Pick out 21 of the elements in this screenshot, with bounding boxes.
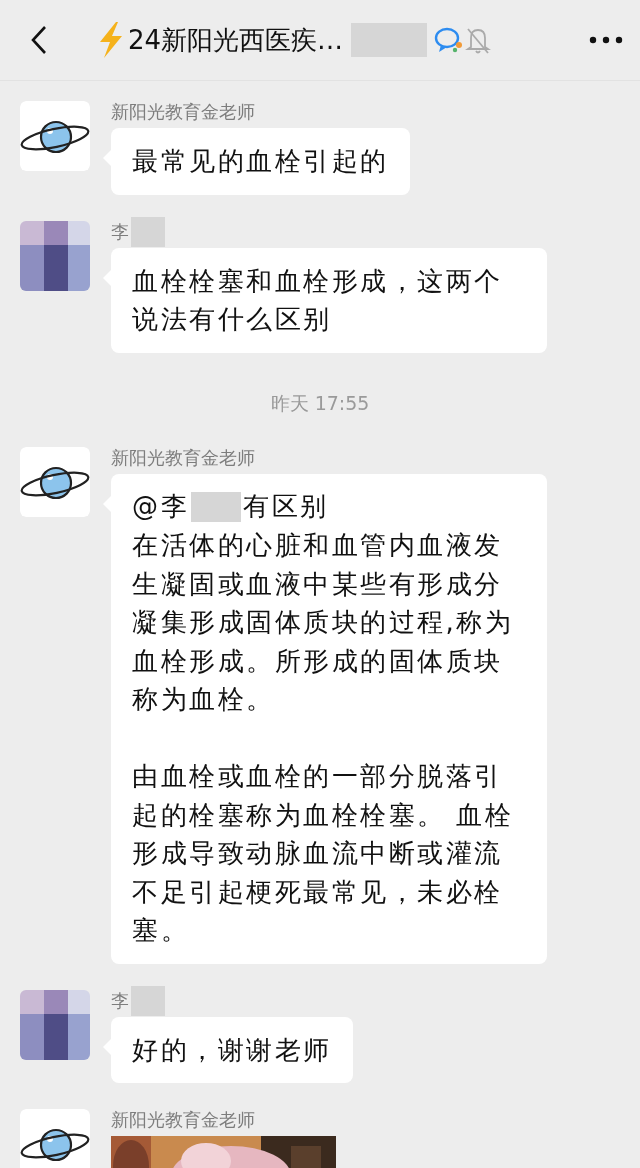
message-text: 血栓栓塞和血栓形成，这两个说法有什么区别 xyxy=(132,264,504,336)
avatar[interactable] xyxy=(20,989,90,1060)
mention-text: @李 xyxy=(132,490,189,524)
back-icon xyxy=(29,24,49,56)
sender-name: 李 xyxy=(111,988,129,1013)
message-text: 由血栓或血栓的一部分脱落引起的栓塞称为血栓栓塞。 血栓形成导致动脉血流中断或灌流不足引起梗死最常见，未必栓塞。 xyxy=(132,760,515,947)
message-text: 好的，谢谢老师 xyxy=(132,1033,332,1067)
message-text: 最常见的血栓引起的 xyxy=(132,145,389,178)
planet-avatar[interactable] xyxy=(20,446,90,517)
message-text: 有区别 xyxy=(243,490,329,524)
sender-name: 新阳光教育金老师 xyxy=(111,445,255,470)
sender-name: 新阳光教育金老师 xyxy=(111,100,255,124)
planet-avatar[interactable] xyxy=(20,1109,90,1168)
more-icon xyxy=(589,36,623,44)
timestamp: 昨天 17:55 xyxy=(269,390,371,416)
sender-name: 李 xyxy=(111,219,129,244)
message-text: 在活体的心脏和血管内血液发生凝固或血液中某些有形成分凝集形成固体质块的过程,称为血栓形成。所形成的固体质块称为血栓。 xyxy=(132,529,515,716)
avatar[interactable] xyxy=(20,220,90,291)
chat-title: 24新阳光西医疾… xyxy=(128,23,344,57)
planet-avatar[interactable] xyxy=(20,101,90,171)
sender-name: 新阳光教育金老师 xyxy=(111,1108,255,1132)
